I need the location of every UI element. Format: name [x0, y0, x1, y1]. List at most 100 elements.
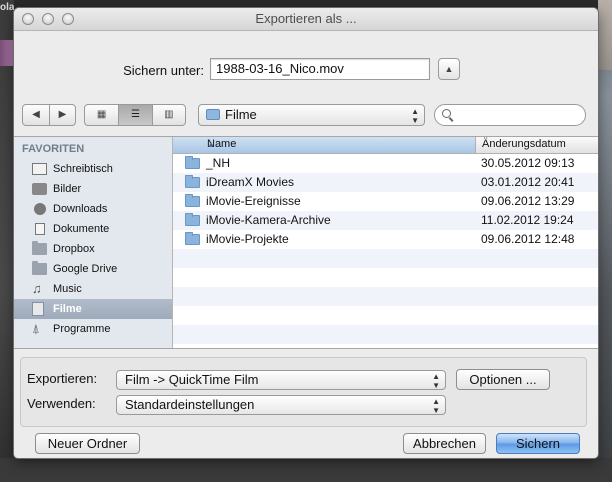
movies-folder-icon: [206, 109, 220, 120]
export-dialog: Exportieren als ... Sichern unter: 1988-…: [14, 8, 598, 458]
apps-icon: ⍋: [32, 321, 40, 336]
background-app-label: olatnek: [0, 2, 14, 13]
updown-arrows-icon: ▲ ▼: [432, 372, 440, 390]
empty-row: [173, 306, 598, 325]
sidebar-item-label: Dropbox: [53, 243, 95, 255]
list-header: Name ▲ Änderungsdatum: [173, 137, 598, 154]
settings-value: Standardeinstellungen: [125, 397, 255, 412]
view-mode-buttons: ▦ ☰ ▥: [84, 104, 186, 126]
sidebar-item-label: Programme: [53, 323, 111, 335]
sidebar-item-label: Filme: [53, 303, 82, 315]
music-note-icon: ♫: [32, 281, 42, 296]
table-row[interactable]: iMovie-Kamera-Archive 11.02.2012 19:24: [173, 211, 598, 230]
search-field[interactable]: [434, 104, 586, 126]
search-icon: [442, 109, 451, 118]
sort-ascending-icon: ▲: [207, 140, 215, 149]
background-app-right: [598, 0, 612, 482]
empty-row: [173, 325, 598, 344]
updown-arrows-icon: ▲ ▼: [432, 397, 440, 415]
forward-button[interactable]: ▶: [49, 105, 75, 125]
table-row[interactable]: _NH 30.05.2012 09:13: [173, 154, 598, 173]
sidebar-item-label: Google Drive: [53, 263, 118, 275]
title-bar: Exportieren als ...: [14, 8, 598, 31]
save-as-row: Sichern unter: 1988-03-16_Nico.mov ▲: [14, 58, 598, 82]
background-app-left: olatnek: [0, 0, 14, 482]
column-header-date[interactable]: Änderungsdatum: [476, 137, 598, 153]
list-icon: ☰: [131, 109, 140, 120]
camera-icon: [32, 183, 47, 195]
file-date: 30.05.2012 09:13: [481, 156, 575, 170]
download-icon: [34, 203, 46, 215]
save-button[interactable]: Sichern: [496, 433, 580, 454]
sidebar-item-label: Music: [53, 283, 82, 295]
forward-arrow-icon: ▶: [58, 109, 67, 120]
folder-icon: [32, 261, 47, 275]
sidebar: FAVORITEN Schreibtisch Bilder Downloads …: [14, 137, 173, 348]
triangle-up-icon: ▲: [444, 64, 454, 74]
table-row[interactable]: iMovie-Ereignisse 09.06.2012 13:29: [173, 192, 598, 211]
minimize-button[interactable]: [42, 13, 54, 25]
folder-icon: [185, 213, 200, 226]
back-button[interactable]: ◀: [23, 105, 49, 125]
file-list: Name ▲ Änderungsdatum _NH 30.05.2012 09:…: [173, 137, 598, 348]
sidebar-item-music[interactable]: ♫ Music: [14, 279, 172, 299]
close-button[interactable]: [22, 13, 34, 25]
export-options-group: Exportieren: Film -> QuickTime Film ▲ ▼ O…: [20, 357, 587, 427]
file-name: iDreamX Movies: [206, 175, 295, 189]
film-icon: [32, 302, 44, 316]
folder-icon: [185, 194, 200, 207]
window-title: Exportieren als ...: [255, 11, 357, 26]
cancel-button[interactable]: Abbrechen: [403, 433, 486, 454]
sidebar-item-label: Bilder: [53, 183, 82, 195]
table-row[interactable]: iDreamX Movies 03.01.2012 20:41: [173, 173, 598, 192]
folder-icon: [185, 232, 200, 245]
settings-popup[interactable]: Standardeinstellungen ▲ ▼: [116, 395, 446, 415]
column-view-button[interactable]: ▥: [151, 105, 185, 125]
folder-icon: [32, 241, 47, 255]
columns-icon: ▥: [164, 109, 174, 120]
file-name: iMovie-Projekte: [206, 232, 289, 246]
sidebar-item-downloads[interactable]: Downloads: [14, 199, 172, 219]
sidebar-item-label: Schreibtisch: [53, 163, 113, 175]
sidebar-item-google-drive[interactable]: Google Drive: [14, 259, 172, 279]
background-app-bottom: [0, 458, 612, 482]
sidebar-item-schreibtisch[interactable]: Schreibtisch: [14, 159, 172, 179]
save-as-label: Sichern unter:: [123, 63, 204, 78]
sidebar-item-filme[interactable]: Filme: [14, 299, 172, 319]
column-header-label: Änderungsdatum: [482, 138, 566, 150]
filename-field[interactable]: 1988-03-16_Nico.mov: [210, 58, 430, 80]
background-photo: [598, 0, 612, 70]
sidebar-item-dokumente[interactable]: Dokumente: [14, 219, 172, 239]
empty-row: [173, 268, 598, 287]
file-date: 09.06.2012 13:29: [481, 194, 575, 208]
options-button[interactable]: Optionen ...: [456, 369, 550, 390]
sidebar-item-bilder[interactable]: Bilder: [14, 179, 172, 199]
file-name: iMovie-Ereignisse: [206, 194, 301, 208]
zoom-button[interactable]: [62, 13, 74, 25]
sidebar-item-dropbox[interactable]: Dropbox: [14, 239, 172, 259]
export-format-value: Film -> QuickTime Film: [125, 372, 259, 387]
export-format-popup[interactable]: Film -> QuickTime Film ▲ ▼: [116, 370, 446, 390]
file-date: 03.01.2012 20:41: [481, 175, 575, 189]
sidebar-item-label: Downloads: [53, 203, 108, 215]
empty-row: [173, 287, 598, 306]
sidebar-header: FAVORITEN: [22, 143, 85, 155]
location-popup[interactable]: Filme ▲ ▼: [198, 104, 425, 126]
document-icon: [35, 223, 45, 235]
file-browser: FAVORITEN Schreibtisch Bilder Downloads …: [14, 136, 598, 349]
updown-arrows-icon: ▲ ▼: [411, 107, 419, 125]
grid-icon: ▦: [96, 109, 107, 120]
column-header-name[interactable]: Name ▲: [173, 137, 476, 153]
collapse-button[interactable]: ▲: [438, 58, 460, 80]
list-view-button[interactable]: ☰: [118, 105, 152, 125]
icon-view-button[interactable]: ▦: [85, 105, 118, 125]
new-folder-button[interactable]: Neuer Ordner: [35, 433, 140, 454]
folder-icon: [185, 175, 200, 188]
export-label: Exportieren:: [27, 371, 98, 386]
sidebar-item-programme[interactable]: ⍋ Programme: [14, 319, 172, 339]
file-date: 09.06.2012 12:48: [481, 232, 575, 246]
browser-toolbar: ◀ ▶ ▦ ☰ ▥ Filme ▲ ▼: [14, 104, 598, 128]
file-name: iMovie-Kamera-Archive: [206, 213, 331, 227]
desktop-icon: [32, 163, 47, 175]
table-row[interactable]: iMovie-Projekte 09.06.2012 12:48: [173, 230, 598, 249]
